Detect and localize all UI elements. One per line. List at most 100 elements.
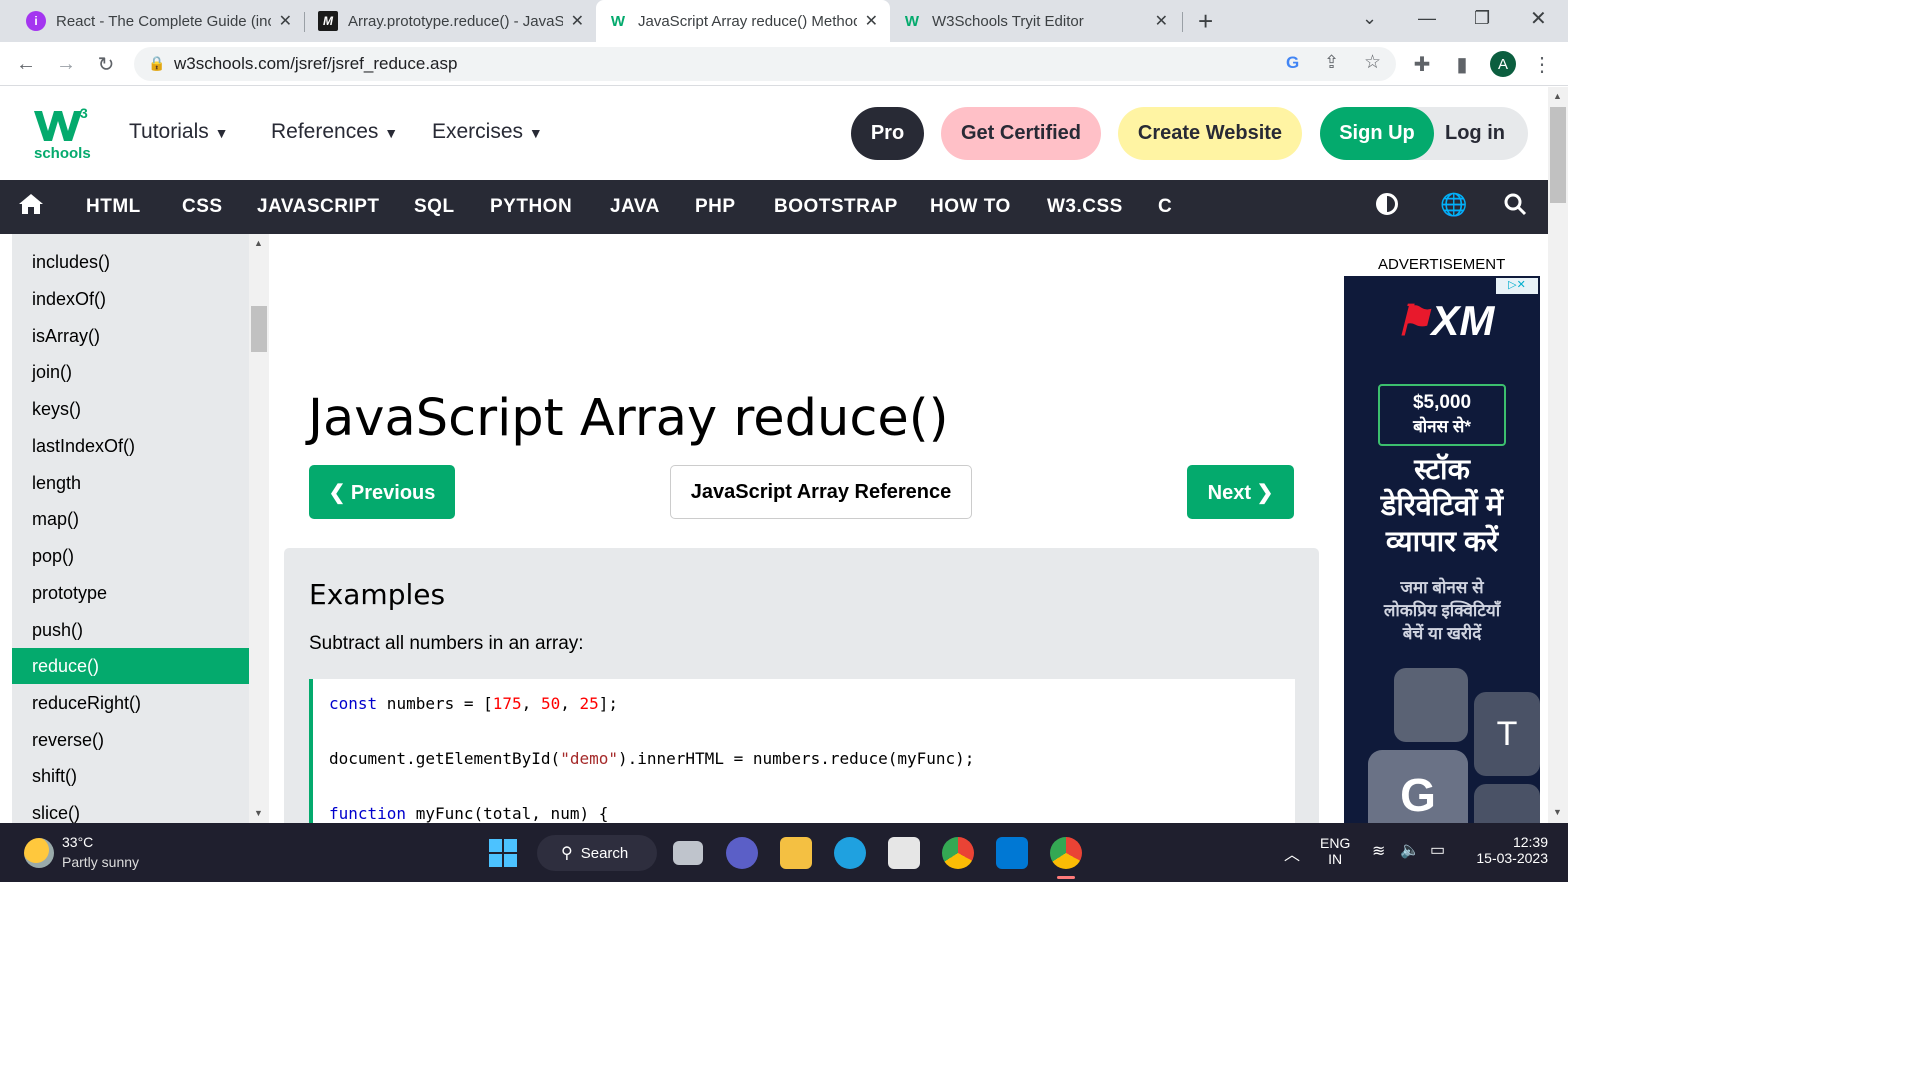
sidebar-item-reduce[interactable]: reduce() (12, 648, 249, 684)
tab-mdn-reduce[interactable]: M Array.prototype.reduce() - JavaSc ✕ (306, 0, 596, 42)
sidebar-item-prototype[interactable]: prototype (12, 575, 249, 611)
close-icon[interactable]: ✕ (865, 11, 878, 31)
sidebar-item-keys[interactable]: keys() (12, 391, 249, 427)
share-icon[interactable]: ⇪ (1324, 52, 1339, 73)
globe-icon[interactable]: 🌐 (1440, 192, 1467, 218)
forward-button[interactable]: → (54, 52, 78, 76)
language-indicator[interactable]: ENG IN (1320, 835, 1350, 867)
chrome-icon[interactable] (942, 837, 974, 869)
nav-html[interactable]: HTML (86, 196, 141, 218)
dark-mode-icon[interactable] (1376, 193, 1398, 215)
get-certified-button[interactable]: Get Certified (941, 107, 1101, 160)
scroll-down-icon[interactable]: ▼ (254, 808, 263, 818)
page-scroll-thumb[interactable] (1550, 107, 1566, 203)
previous-button[interactable]: ❮ Previous (309, 465, 455, 519)
scroll-up-icon[interactable]: ▲ (254, 238, 263, 248)
sidebar-item-reverse[interactable]: reverse() (12, 722, 249, 758)
sidebar-scroll-thumb[interactable] (251, 306, 267, 352)
nav-javascript[interactable]: JAVASCRIPT (257, 196, 380, 218)
top-navigation: HTML CSS JAVASCRIPT SQL PYTHON JAVA PHP … (0, 180, 1548, 234)
address-bar[interactable]: 🔒 w3schools.com/jsref/jsref_reduce.asp G… (134, 47, 1396, 81)
sidebar-scrollbar[interactable]: ▲ ▼ (249, 234, 269, 823)
menu-tutorials[interactable]: Tutorials ▼ (129, 120, 228, 144)
chrome-menu-icon[interactable]: ⋮ (1530, 52, 1554, 76)
tab-separator (1182, 12, 1183, 32)
scroll-down-icon[interactable]: ▼ (1553, 807, 1562, 817)
search-icon[interactable] (1503, 192, 1527, 221)
tab-search-icon[interactable]: ⌄ (1362, 8, 1377, 29)
menu-exercises[interactable]: Exercises ▼ (432, 120, 543, 144)
pro-button[interactable]: Pro (851, 107, 924, 160)
menu-label: References (271, 120, 379, 143)
nav-java[interactable]: JAVA (610, 196, 660, 218)
task-view-icon[interactable] (673, 841, 703, 865)
vscode-icon[interactable] (996, 837, 1028, 869)
reload-button[interactable]: ↻ (94, 52, 118, 76)
sign-up-button[interactable]: Sign Up (1320, 107, 1434, 160)
hidden-icons-chevron[interactable]: ︿ (1284, 841, 1300, 865)
sidebar-item-join[interactable]: join() (12, 354, 249, 390)
sidebar-item-shift[interactable]: shift() (12, 758, 249, 794)
chrome-profile-icon[interactable] (1050, 837, 1082, 869)
sidebar-item-pop[interactable]: pop() (12, 538, 249, 574)
nav-css[interactable]: CSS (182, 196, 223, 218)
menu-references[interactable]: References ▼ (271, 120, 398, 144)
new-tab-button[interactable]: + (1198, 6, 1213, 37)
tab-tryit-editor[interactable]: W W3Schools Tryit Editor ✕ (890, 0, 1180, 42)
close-icon[interactable]: ✕ (1155, 11, 1168, 31)
nav-bootstrap[interactable]: BOOTSTRAP (774, 196, 898, 218)
next-button[interactable]: Next ❯ (1187, 465, 1294, 519)
battery-icon[interactable]: ▭ (1430, 840, 1445, 860)
page-scrollbar[interactable]: ▲ ▼ (1548, 87, 1568, 823)
w3schools-logo[interactable]: 3 schools (34, 105, 94, 162)
teams-chat-icon[interactable] (726, 837, 758, 869)
nav-sql[interactable]: SQL (414, 196, 455, 218)
close-icon[interactable]: ✕ (571, 11, 584, 31)
sidebar-item-slice[interactable]: slice() (12, 795, 249, 823)
sidebar-item-length[interactable]: length (12, 465, 249, 501)
google-icon[interactable]: G (1286, 53, 1299, 73)
windows-start-icon[interactable] (489, 839, 517, 867)
sidebar-item-lastindexof[interactable]: lastIndexOf() (12, 428, 249, 464)
tab-react-guide[interactable]: i React - The Complete Guide (incl ✕ (14, 0, 304, 42)
create-website-button[interactable]: Create Website (1118, 107, 1302, 160)
extensions-icon[interactable]: ✚ (1410, 52, 1434, 76)
log-in-button[interactable]: Log in (1445, 122, 1505, 145)
nav-how-to[interactable]: HOW TO (930, 196, 1011, 218)
sidebar-item-includes[interactable]: includes() (12, 244, 249, 280)
edge-icon[interactable] (834, 837, 866, 869)
clock[interactable]: 12:39 15-03-2023 (1468, 834, 1548, 866)
close-icon[interactable]: ✕ (279, 11, 292, 31)
sidebar-item-reduceright[interactable]: reduceRight() (12, 685, 249, 721)
back-button[interactable]: ← (14, 52, 38, 76)
adchoices-icon[interactable]: ▷✕ (1496, 278, 1538, 294)
sidebar-item-isarray[interactable]: isArray() (12, 318, 249, 354)
weather-icon[interactable] (24, 838, 54, 868)
window-close-button[interactable]: ✕ (1530, 6, 1547, 31)
sidebar-item-map[interactable]: map() (12, 501, 249, 537)
scroll-up-icon[interactable]: ▲ (1553, 91, 1562, 101)
nav-c[interactable]: C (1158, 196, 1172, 218)
bookmark-star-icon[interactable]: ☆ (1364, 51, 1381, 74)
file-explorer-icon[interactable] (780, 837, 812, 869)
home-icon[interactable] (18, 192, 44, 221)
sidebar-item-push[interactable]: push() (12, 612, 249, 648)
taskbar-search[interactable]: ⚲ Search (537, 835, 657, 871)
profile-avatar[interactable]: A (1490, 51, 1516, 77)
code-line: const numbers = [175, 50, 25]; (329, 694, 618, 713)
array-reference-button[interactable]: JavaScript Array Reference (670, 465, 972, 519)
nav-python[interactable]: PYTHON (490, 196, 572, 218)
minimize-button[interactable]: — (1418, 8, 1436, 29)
side-panel-icon[interactable]: ▮ (1450, 52, 1474, 76)
restore-button[interactable]: ❐ (1474, 8, 1490, 29)
browser-tab-bar: i React - The Complete Guide (incl ✕ M A… (0, 0, 1568, 42)
udemy-icon: i (26, 11, 46, 31)
wifi-icon[interactable]: ≋ (1372, 841, 1385, 861)
nav-php[interactable]: PHP (695, 196, 736, 218)
volume-icon[interactable]: 🔈 (1400, 840, 1420, 860)
xm-advertisement[interactable]: ▷✕ ⚑XM $5,000 बोनस से* स्टॉक डेरिवेटिवों… (1344, 276, 1540, 823)
store-icon[interactable] (888, 837, 920, 869)
tab-w3-reduce[interactable]: W JavaScript Array reduce() Method ✕ (596, 0, 890, 42)
nav-w3css[interactable]: W3.CSS (1047, 196, 1123, 218)
sidebar-item-indexof[interactable]: indexOf() (12, 281, 249, 317)
